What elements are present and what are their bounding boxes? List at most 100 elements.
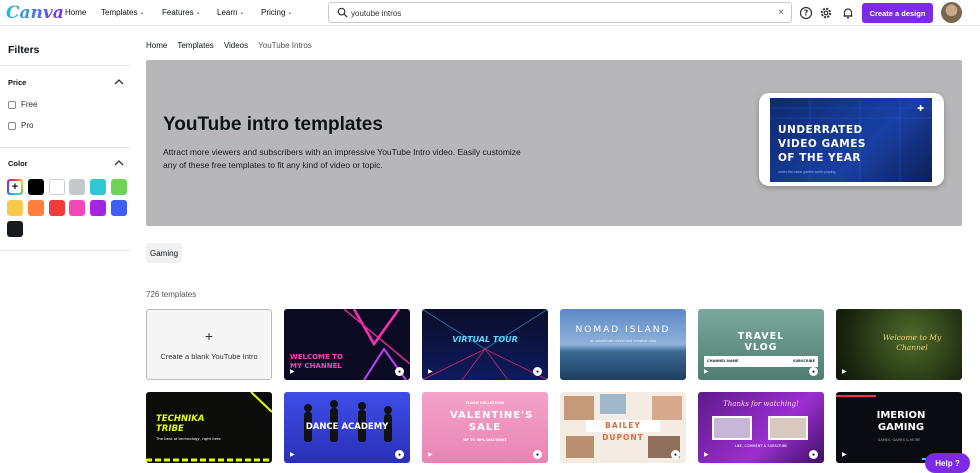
nav-learn[interactable]: Learn ⌄ <box>217 8 245 17</box>
play-icon: ▶ <box>842 369 847 375</box>
template-subtitle: LIKE, COMMENT & SUBSCRIBE <box>734 444 788 448</box>
photo-tile <box>652 396 682 420</box>
nav-home[interactable]: Home <box>65 8 86 17</box>
template-title: Welcome to My Channel <box>882 333 942 352</box>
preview-line-1: UNDERRATED <box>778 124 863 136</box>
preview-line-3: OF THE YEAR <box>778 152 862 164</box>
play-icon: ▶ <box>842 452 847 458</box>
color-swatch-purple[interactable] <box>90 200 106 216</box>
color-swatch-orange[interactable] <box>28 200 44 216</box>
chevron-up-icon[interactable] <box>114 160 124 166</box>
chevron-down-icon: ⌄ <box>195 10 201 16</box>
breadcrumb-home[interactable]: Home <box>146 41 167 50</box>
breadcrumb-templates[interactable]: Templates <box>177 41 213 50</box>
price-pro-checkbox[interactable]: Pro <box>8 121 33 130</box>
breadcrumb: Home Templates Videos YouTube Intros <box>146 41 322 50</box>
help-circle-icon[interactable]: ? <box>799 6 813 20</box>
search-input[interactable] <box>351 6 751 20</box>
template-card-bailey-dupont[interactable]: BAILEY DUPONT ● <box>560 392 686 463</box>
template-card-travel-vlog[interactable]: TRAVEL VLOG CHANNEL NAME SUBSCRIBE ▶ ● <box>698 309 824 380</box>
template-subtitle: an adventure travel and creative vlog <box>589 339 657 343</box>
price-section-title[interactable]: Price <box>8 78 26 87</box>
template-subtitle: UP TO 50% DISCOUNT <box>463 438 507 442</box>
video-badge-icon: ● <box>395 450 404 459</box>
plus-icon: + <box>204 328 214 344</box>
canva-logo[interactable]: Canva <box>6 3 64 23</box>
top-bar: Canva Home Templates ⌄ Features ⌄ Learn ⌄ P… <box>0 0 980 26</box>
clear-search-icon[interactable]: × <box>778 7 784 18</box>
nav-templates[interactable]: Templates ⌄ <box>101 8 145 17</box>
template-card-dance-academy[interactable]: DANCE ACADEMY ▶ ● <box>284 392 410 463</box>
color-swatch-black[interactable] <box>28 179 44 195</box>
color-swatch-multicolor[interactable]: + <box>7 179 23 195</box>
create-blank-label: Create a blank YouTube Intro <box>160 352 258 361</box>
question-icon: ? <box>954 458 960 468</box>
template-title: VALENTINE'S SALE <box>450 410 534 433</box>
color-swatch-yellow[interactable] <box>7 200 23 216</box>
bell-icon[interactable] <box>841 6 855 20</box>
template-card-virtual-tour[interactable]: VIRTUAL TOUR ▶ ● <box>422 309 548 380</box>
plus-icon: + <box>9 181 21 193</box>
color-swatch-teal[interactable] <box>90 179 106 195</box>
channel-name-label: CHANNEL NAME <box>707 359 739 363</box>
template-title: WELCOME TO MY CHANNEL <box>290 353 343 370</box>
template-card-welcome[interactable]: WELCOME TO MY CHANNEL ▶ ● <box>284 309 410 380</box>
chevron-down-icon: ⌄ <box>139 10 145 16</box>
gear-icon[interactable] <box>819 6 833 20</box>
video-thumb <box>712 416 752 440</box>
divider <box>0 250 130 251</box>
preview-line-2: VIDEO GAMES <box>778 138 866 150</box>
template-card-forest-welcome[interactable]: Welcome to My Channel ▶ <box>836 309 962 380</box>
filters-title: Filters <box>8 44 40 56</box>
color-swatch-green[interactable] <box>111 179 127 195</box>
template-subtitle: The best of technology, right here <box>156 436 221 441</box>
breadcrumb-videos[interactable]: Videos <box>224 41 248 50</box>
color-swatch-white[interactable] <box>49 179 65 195</box>
photo-tile <box>564 396 594 420</box>
color-swatch-red[interactable] <box>49 200 65 216</box>
nav-features[interactable]: Features ⌄ <box>162 8 201 17</box>
checkbox-icon <box>8 100 16 109</box>
search-icon <box>337 7 348 18</box>
play-icon: ▶ <box>704 452 709 458</box>
template-title: Thanks for watching! <box>723 400 799 408</box>
template-card-technika-tribe[interactable]: TECHNIKA TRIBE The best of technology, r… <box>146 392 272 463</box>
play-icon: ▶ <box>428 369 433 375</box>
svg-text:?: ? <box>804 9 808 18</box>
subscribe-label: SUBSCRIBE <box>792 359 815 363</box>
template-card-nomad-island[interactable]: NOMAD ISLAND an adventure travel and cre… <box>560 309 686 380</box>
color-swatch-pink[interactable] <box>69 200 85 216</box>
avatar[interactable] <box>941 2 962 23</box>
help-button[interactable]: Help ? <box>925 453 970 473</box>
create-blank-card[interactable]: + Create a blank YouTube Intro <box>146 309 272 380</box>
template-card-valentines-sale[interactable]: FLASH COLLECTION VALENTINE'S SALE UP TO … <box>422 392 548 463</box>
nav-pricing[interactable]: Pricing ⌄ <box>261 8 292 17</box>
template-title: VIRTUAL TOUR <box>452 335 518 344</box>
template-title: DANCE ACADEMY <box>305 422 389 432</box>
template-title: IMERION GAMING <box>876 410 926 433</box>
play-icon: ▶ <box>290 452 295 458</box>
color-swatch-dark[interactable] <box>7 221 23 237</box>
video-badge-icon: ● <box>533 450 542 459</box>
color-section-title[interactable]: Color <box>8 159 28 168</box>
price-free-checkbox[interactable]: Free <box>8 100 37 109</box>
photo-tile <box>566 436 594 458</box>
template-card-thanks-for-watching[interactable]: Thanks for watching! LIKE, COMMENT & SUB… <box>698 392 824 463</box>
chevron-down-icon: ⌄ <box>239 10 245 16</box>
video-badge-icon: ● <box>533 367 542 376</box>
color-swatch-gray[interactable] <box>69 179 85 195</box>
template-title: NOMAD ISLAND <box>575 325 671 335</box>
page-title: YouTube intro templates <box>163 114 383 135</box>
hero-banner: YouTube intro templates Attract more vie… <box>146 60 962 226</box>
filters-sidebar: Filters Price Free Pro Color + <box>0 27 130 473</box>
breadcrumb-current: YouTube Intros <box>258 41 312 50</box>
divider <box>0 147 130 148</box>
chevron-down-icon: ⌄ <box>287 10 293 16</box>
color-swatch-blue[interactable] <box>111 200 127 216</box>
preview-subtitle: under-the-radar games worth playing <box>778 170 836 174</box>
template-title: BAILEY DUPONT <box>586 420 660 442</box>
filter-chip-gaming[interactable]: Gaming <box>146 243 183 263</box>
create-design-button[interactable]: Create a design <box>862 3 933 23</box>
chevron-up-icon[interactable] <box>114 79 124 85</box>
play-icon: ▶ <box>704 369 709 375</box>
